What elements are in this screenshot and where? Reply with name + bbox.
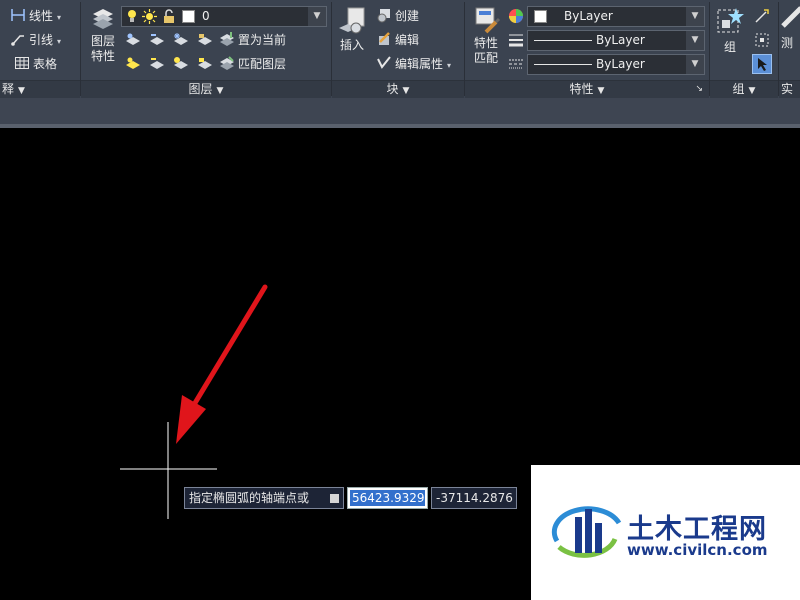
- x-coordinate-input[interactable]: 56423.9329: [347, 487, 428, 509]
- watermark-url: www.civilcn.com: [627, 541, 768, 559]
- options-down-icon[interactable]: [330, 494, 339, 503]
- civilcn-logo-icon: [551, 506, 622, 558]
- dynamic-input-prompt-text: 指定椭圆弧的轴端点或: [189, 491, 310, 505]
- y-coordinate-input[interactable]: -37114.2876: [431, 487, 517, 509]
- dynamic-input-prompt: 指定椭圆弧的轴端点或: [184, 487, 344, 509]
- x-coordinate-value: 56423.9329: [350, 490, 425, 506]
- red-arrow-icon: [176, 284, 268, 444]
- watermark: 土木工程网 www.civilcn.com: [531, 465, 800, 600]
- y-coordinate-value: -37114.2876: [436, 491, 513, 505]
